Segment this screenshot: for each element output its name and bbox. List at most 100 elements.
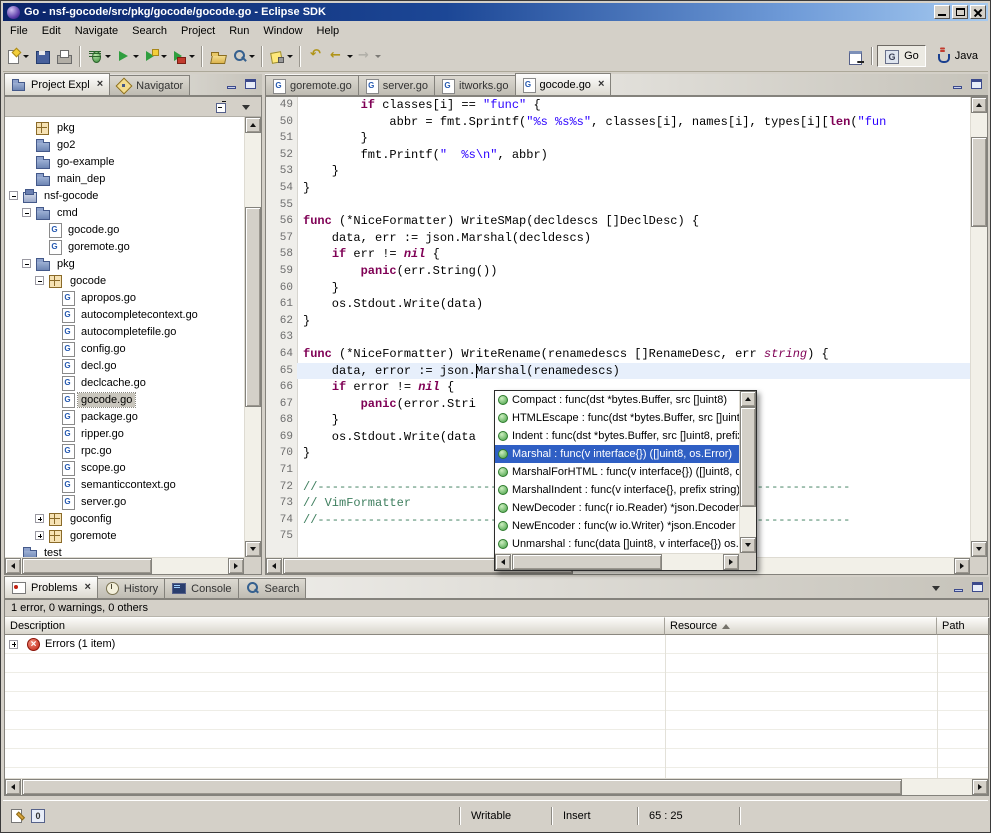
- tree-item-config-go[interactable]: config.go: [5, 340, 244, 357]
- view-tab-navigator[interactable]: Navigator: [109, 75, 190, 95]
- scrollbar-thumb[interactable]: [22, 779, 902, 795]
- scroll-right-button[interactable]: [228, 558, 244, 574]
- editor-vertical-scrollbar[interactable]: [970, 97, 987, 557]
- tree-item-autocompletefile-go[interactable]: autocompletefile.go: [5, 323, 244, 340]
- column-header-resource[interactable]: Resource: [665, 617, 937, 635]
- run-last-launched-button[interactable]: [141, 44, 169, 68]
- print-button[interactable]: [53, 44, 75, 68]
- mark-occurrences-button[interactable]: [267, 44, 295, 68]
- code-line-text[interactable]: [297, 197, 970, 214]
- line-number[interactable]: 51: [266, 130, 297, 147]
- scroll-left-button[interactable]: [5, 779, 21, 795]
- scroll-left-button[interactable]: [5, 558, 21, 574]
- tree-item-autocompletecontext-go[interactable]: autocompletecontext.go: [5, 306, 244, 323]
- line-number[interactable]: 53: [266, 163, 297, 180]
- menu-run[interactable]: Run: [222, 23, 256, 39]
- title-bar[interactable]: Go - nsf-gocode/src/pkg/gocode/gocode.go…: [3, 3, 988, 21]
- back-button[interactable]: [327, 44, 355, 68]
- dropdown-arrow-icon[interactable]: [347, 55, 353, 58]
- close-tab-icon[interactable]: ×: [84, 582, 90, 593]
- line-number[interactable]: 55: [266, 197, 297, 214]
- tree-item-main-dep[interactable]: main_dep: [5, 170, 244, 187]
- minimize-view-button[interactable]: [223, 77, 240, 92]
- line-number[interactable]: 64: [266, 346, 297, 363]
- tree-item-goremote[interactable]: goremote: [5, 527, 244, 544]
- scrollbar-thumb[interactable]: [512, 554, 662, 570]
- tree-expander[interactable]: [22, 259, 31, 268]
- code-line-text[interactable]: os.Stdout.Write(data): [297, 296, 970, 313]
- minimize-view-button[interactable]: [950, 580, 967, 595]
- code-line-text[interactable]: fmt.Printf(" %s\n", abbr): [297, 147, 970, 164]
- last-edit-location-button[interactable]: [305, 44, 327, 68]
- line-number[interactable]: 59: [266, 263, 297, 280]
- column-header-path[interactable]: Path: [937, 617, 990, 635]
- row-expander[interactable]: [9, 640, 18, 649]
- menu-search[interactable]: Search: [125, 23, 174, 39]
- editor-tab-gocode-go[interactable]: gocode.go×: [515, 73, 612, 95]
- close-tab-icon[interactable]: ×: [97, 79, 103, 90]
- dropdown-arrow-icon[interactable]: [133, 55, 139, 58]
- launch-status-icon[interactable]: [29, 808, 46, 824]
- dropdown-arrow-icon[interactable]: [375, 55, 381, 58]
- scroll-up-button[interactable]: [971, 97, 987, 113]
- line-number[interactable]: 70: [266, 445, 297, 462]
- tree-item-declcache-go[interactable]: declcache.go: [5, 374, 244, 391]
- tree-item-gocode-go[interactable]: gocode.go: [5, 391, 244, 408]
- code-line-text[interactable]: }: [297, 280, 970, 297]
- perspective-go-button[interactable]: Go: [877, 45, 926, 67]
- maximize-view-button[interactable]: [969, 580, 986, 595]
- tree-item-server-go[interactable]: server.go: [5, 493, 244, 510]
- autocomplete-item-newencoder[interactable]: NewEncoder : func(w io.Writer) *json.Enc…: [495, 517, 739, 535]
- new-wizard-button[interactable]: [3, 44, 31, 68]
- line-number[interactable]: 67: [266, 396, 297, 413]
- autocomplete-item-marshalindent[interactable]: MarshalIndent : func(v interface{}, pref…: [495, 481, 739, 499]
- code-line-text[interactable]: }: [297, 130, 970, 147]
- tree-item-nsf-gocode[interactable]: nsf-gocode: [5, 187, 244, 204]
- tree-item-semanticcontext-go[interactable]: semanticcontext.go: [5, 476, 244, 493]
- line-number[interactable]: 49: [266, 97, 297, 114]
- line-number[interactable]: 61: [266, 296, 297, 313]
- tree-item-goconfig[interactable]: goconfig: [5, 510, 244, 527]
- line-number[interactable]: 57: [266, 230, 297, 247]
- collapse-all-button[interactable]: [212, 95, 234, 119]
- line-number[interactable]: 65: [266, 363, 297, 380]
- menu-navigate[interactable]: Navigate: [68, 23, 125, 39]
- tree-item-pkg[interactable]: pkg: [5, 255, 244, 272]
- code-line-text[interactable]: data, err := json.Marshal(decldescs): [297, 230, 970, 247]
- tree-item-gocode[interactable]: gocode: [5, 272, 244, 289]
- editor-tab-itworks-go[interactable]: itworks.go: [434, 75, 516, 95]
- tree-expander[interactable]: [35, 276, 44, 285]
- menu-edit[interactable]: Edit: [35, 23, 68, 39]
- tree-item-pkg[interactable]: pkg: [5, 119, 244, 136]
- line-number[interactable]: 62: [266, 313, 297, 330]
- tree-item-scope-go[interactable]: scope.go: [5, 459, 244, 476]
- code-line-text[interactable]: }: [297, 163, 970, 180]
- close-tab-icon[interactable]: ×: [598, 79, 604, 90]
- tree-item-gocode-go[interactable]: gocode.go: [5, 221, 244, 238]
- forward-button[interactable]: [355, 44, 383, 68]
- line-number[interactable]: 73: [266, 495, 297, 512]
- line-number[interactable]: 58: [266, 246, 297, 263]
- popup-horizontal-scrollbar[interactable]: [495, 553, 739, 570]
- maximize-editor-button[interactable]: [968, 77, 985, 92]
- save-button[interactable]: [31, 44, 53, 68]
- line-number[interactable]: 74: [266, 512, 297, 529]
- tree-vertical-scrollbar[interactable]: [244, 117, 261, 557]
- problems-horizontal-scrollbar[interactable]: [5, 778, 988, 795]
- tree-horizontal-scrollbar[interactable]: [5, 557, 244, 574]
- editor-tab-server-go[interactable]: server.go: [358, 75, 435, 95]
- view-tab-history[interactable]: History: [97, 578, 165, 598]
- line-number[interactable]: 50: [266, 114, 297, 131]
- dropdown-arrow-icon[interactable]: [23, 55, 29, 58]
- search-button[interactable]: [229, 44, 257, 68]
- dropdown-arrow-icon[interactable]: [249, 55, 255, 58]
- line-number[interactable]: 66: [266, 379, 297, 396]
- code-line-text[interactable]: }: [297, 180, 970, 197]
- debug-button[interactable]: [85, 44, 113, 68]
- menu-help[interactable]: Help: [310, 23, 347, 39]
- scroll-down-button[interactable]: [971, 541, 987, 557]
- view-menu-button[interactable]: [236, 95, 258, 119]
- line-number[interactable]: 75: [266, 528, 297, 545]
- tree-item-package-go[interactable]: package.go: [5, 408, 244, 425]
- minimize-button[interactable]: [934, 5, 950, 19]
